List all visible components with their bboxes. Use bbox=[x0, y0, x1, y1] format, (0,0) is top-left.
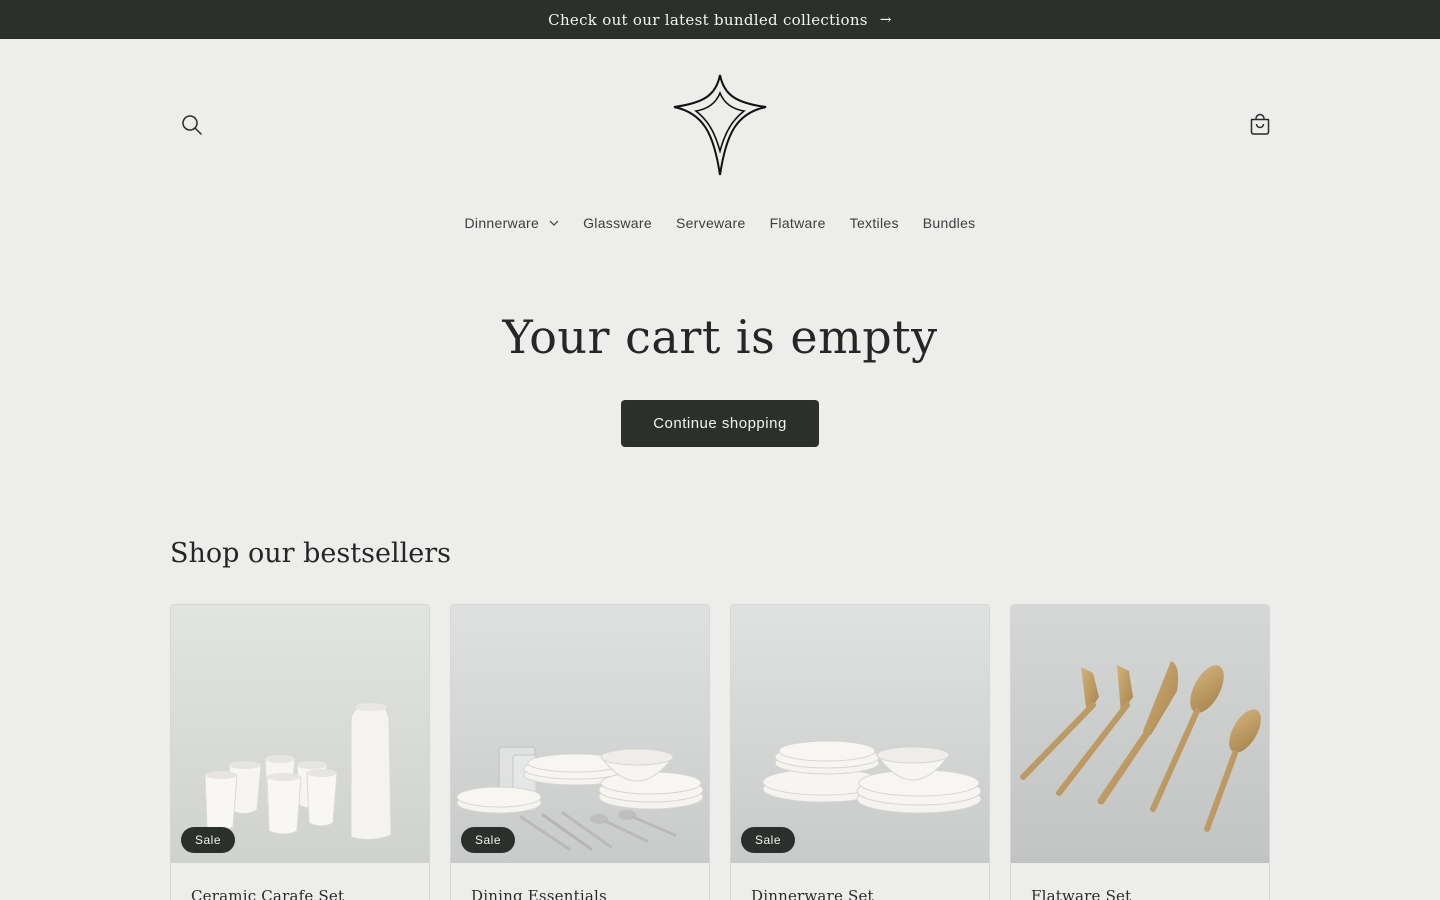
product-name[interactable]: Dining Essentials bbox=[471, 887, 607, 900]
continue-shopping-button[interactable]: Continue shopping bbox=[621, 400, 819, 447]
nav-item-label: Bundles bbox=[922, 215, 976, 231]
nav-item-glassware[interactable]: Glassware bbox=[571, 215, 664, 231]
announcement-bar[interactable]: Check out our latest bundled collections… bbox=[0, 0, 1440, 39]
nav-item-label: Glassware bbox=[583, 215, 652, 231]
product-grid: Sale Ceramic Carafe Set Sale Dining Esse… bbox=[170, 604, 1270, 900]
nav-item-label: Dinnerware bbox=[464, 215, 540, 231]
nav-item-label: Serveware bbox=[675, 215, 746, 231]
arrow-right-icon: → bbox=[879, 11, 892, 28]
nav-item-textiles[interactable]: Textiles bbox=[838, 215, 911, 231]
section-title: Shop our bestsellers bbox=[170, 538, 451, 569]
main-nav: Dinnerware Glassware Serveware Flatware … bbox=[0, 208, 1440, 238]
sale-badge: Sale bbox=[741, 827, 796, 853]
search-button[interactable] bbox=[170, 103, 214, 147]
product-image bbox=[1011, 605, 1269, 863]
store-logo[interactable] bbox=[670, 72, 770, 178]
search-icon bbox=[182, 115, 202, 135]
product-image: Sale bbox=[731, 605, 989, 863]
product-name[interactable]: Flatware Set bbox=[1031, 887, 1131, 900]
product-name[interactable]: Ceramic Carafe Set bbox=[191, 887, 344, 900]
product-image: Sale bbox=[171, 605, 429, 863]
page-title: Your cart is empty bbox=[502, 310, 938, 364]
product-card[interactable]: Sale Dining Essentials bbox=[450, 604, 710, 900]
product-image: Sale bbox=[451, 605, 709, 863]
product-name[interactable]: Dinnerware Set bbox=[751, 887, 874, 900]
product-card[interactable]: Sale Dinnerware Set bbox=[730, 604, 990, 900]
cart-icon bbox=[1250, 113, 1270, 135]
product-card[interactable]: Flatware Set bbox=[1010, 604, 1270, 900]
nav-item-bundles[interactable]: Bundles bbox=[911, 215, 988, 231]
chevron-down-icon bbox=[549, 220, 559, 226]
product-card[interactable]: Sale Ceramic Carafe Set bbox=[170, 604, 430, 900]
nav-item-dinnerware[interactable]: Dinnerware bbox=[453, 215, 572, 231]
four-point-star-logo bbox=[673, 74, 767, 176]
sale-badge: Sale bbox=[461, 827, 516, 853]
nav-item-serveware[interactable]: Serveware bbox=[664, 215, 758, 231]
nav-item-label: Flatware bbox=[769, 215, 826, 231]
cart-button[interactable] bbox=[1238, 103, 1282, 147]
nav-item-flatware[interactable]: Flatware bbox=[758, 215, 838, 231]
sale-badge: Sale bbox=[181, 827, 236, 853]
announcement-text: Check out our latest bundled collections bbox=[548, 10, 868, 29]
nav-item-label: Textiles bbox=[849, 215, 899, 231]
